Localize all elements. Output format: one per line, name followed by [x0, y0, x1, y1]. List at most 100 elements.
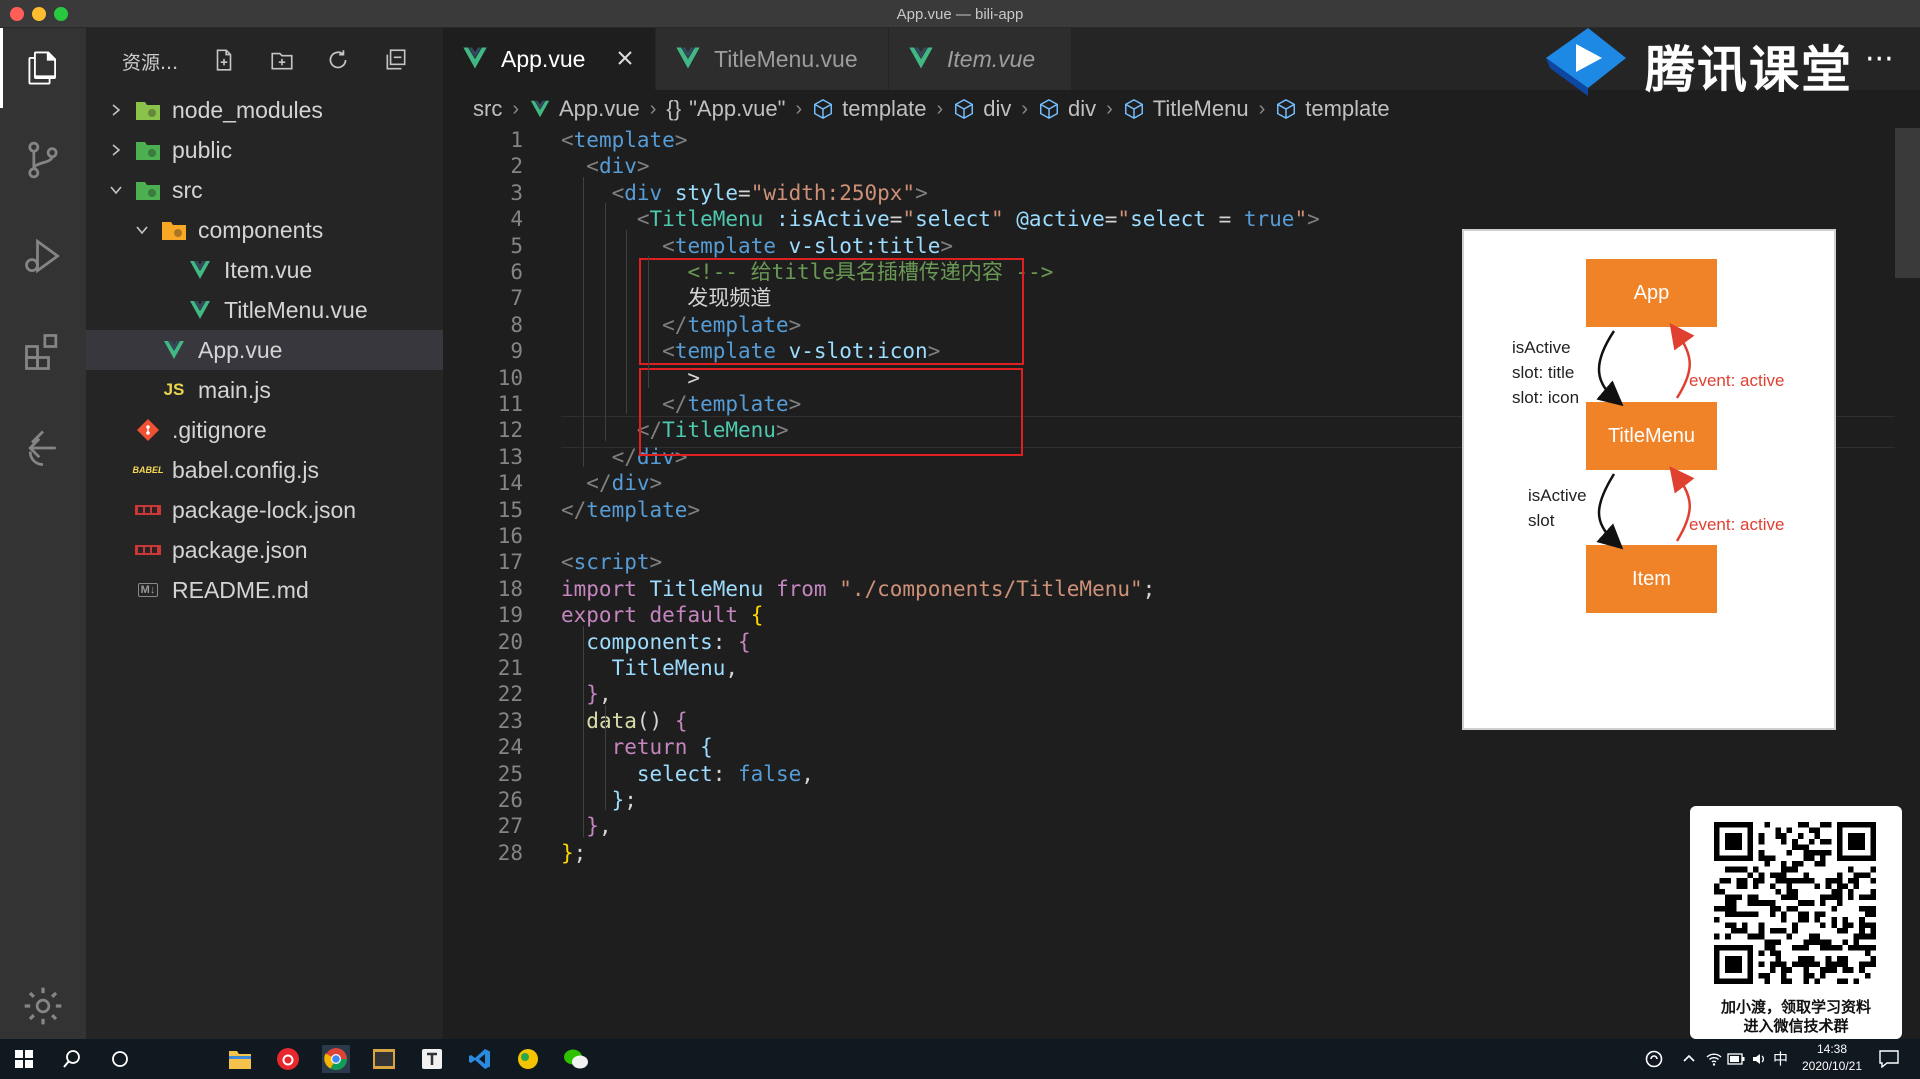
- code-line[interactable]: };: [561, 837, 586, 869]
- extensions-activity[interactable]: [0, 312, 86, 392]
- chevron-right-icon[interactable]: [106, 100, 126, 120]
- code-token: :: [712, 629, 739, 654]
- search-button[interactable]: [58, 1045, 86, 1073]
- taskbar-typora[interactable]: [418, 1045, 446, 1073]
- breadcrumb-item[interactable]: App.vue: [529, 96, 640, 122]
- code-token: ;: [624, 788, 637, 812]
- code-token: div: [624, 180, 663, 205]
- tree-item[interactable]: M↓ README.md: [86, 570, 443, 610]
- taskbar-vscode[interactable]: [466, 1045, 494, 1073]
- taskbar-wechat[interactable]: [562, 1045, 590, 1073]
- code-token: <: [586, 154, 599, 179]
- breadcrumb-label: src: [473, 96, 503, 121]
- tree-item[interactable]: src: [86, 170, 443, 210]
- code-token: "./components/TitleMenu": [839, 576, 1143, 601]
- new-file-icon: [216, 49, 232, 71]
- breadcrumb-item[interactable]: template: [1275, 96, 1390, 122]
- taskbar-terminal[interactable]: [370, 1045, 398, 1073]
- tab-label: Item.vue: [947, 46, 1036, 72]
- refresh-explorer-button[interactable]: [322, 44, 354, 76]
- remote-activity[interactable]: [0, 408, 86, 488]
- breadcrumb-item[interactable]: TitleMenu: [1123, 96, 1249, 122]
- highlight-box-title-slot: [639, 258, 1024, 365]
- tree-item[interactable]: node_modules: [86, 90, 443, 130]
- tree-item[interactable]: components: [86, 210, 443, 250]
- code-token: </: [561, 497, 587, 522]
- breadcrumb-item[interactable]: template: [812, 96, 927, 122]
- code-token: components: [586, 629, 713, 654]
- tree-item[interactable]: public: [86, 130, 443, 170]
- cortana-button[interactable]: [106, 1045, 134, 1073]
- npm-file-icon: [134, 536, 162, 564]
- chevron-down-icon[interactable]: [106, 180, 126, 200]
- tray-volume[interactable]: [1745, 1045, 1773, 1073]
- tree-item[interactable]: JS main.js: [86, 370, 443, 410]
- manage-activity[interactable]: [0, 966, 86, 1046]
- tab-item-vue[interactable]: Item.vue: [889, 28, 1071, 90]
- tray-app-icon[interactable]: [1640, 1045, 1668, 1073]
- tree-item[interactable]: App.vue: [86, 330, 443, 370]
- code-line[interactable]: </template>: [561, 494, 700, 526]
- color-picker-icon: [518, 1049, 538, 1069]
- tray-overflow-button[interactable]: [1675, 1045, 1703, 1073]
- code-token: <: [561, 550, 574, 575]
- breadcrumb-label: div: [1068, 96, 1097, 121]
- refresh-icon: [329, 50, 347, 69]
- scrollbar-thumb[interactable]: [1895, 128, 1920, 278]
- taskbar-clock[interactable]: 14:38 2020/10/21: [1800, 1041, 1864, 1075]
- taskbar-chrome[interactable]: [322, 1045, 350, 1073]
- new-file-button[interactable]: [208, 44, 240, 76]
- tree-item-label: README.md: [172, 576, 309, 603]
- taskbar-color-app[interactable]: [514, 1045, 542, 1073]
- code-token: >: [674, 128, 688, 152]
- windows-taskbar: 中 14:38 2020/10/21: [0, 1039, 1920, 1079]
- indent-guide: [626, 229, 627, 415]
- logo-text: 腾讯课堂: [1645, 41, 1853, 99]
- cube-icon: [1123, 98, 1145, 120]
- start-button[interactable]: [10, 1045, 38, 1073]
- code-token: {: [700, 735, 713, 760]
- explorer-sidebar: 资源... node_modules public src components Ite…: [86, 28, 443, 1039]
- code-token: v-slot:title: [788, 233, 941, 258]
- new-folder-button[interactable]: [266, 44, 298, 76]
- breadcrumb-item[interactable]: div: [1038, 96, 1096, 122]
- tree-item[interactable]: package.json: [86, 530, 443, 570]
- chevron-right-icon[interactable]: [106, 140, 126, 160]
- input-method-indicator[interactable]: 中: [1773, 1048, 1788, 1069]
- tree-item-label: Item.vue: [224, 256, 313, 283]
- search-icon: [63, 1050, 80, 1068]
- taskbar-netease-music[interactable]: [274, 1045, 302, 1073]
- code-token: </: [611, 444, 637, 469]
- diagram-arrows: [1596, 322, 1695, 550]
- notification-icon: [1879, 1050, 1899, 1068]
- taskbar-file-explorer[interactable]: [226, 1045, 254, 1073]
- chevron-down-icon[interactable]: [132, 220, 152, 240]
- tree-item[interactable]: Item.vue: [86, 250, 443, 290]
- vue-file-icon: [160, 336, 188, 364]
- tab-titlemenu-vue[interactable]: TitleMenu.vue: [656, 28, 888, 90]
- explorer-activity[interactable]: [0, 28, 86, 108]
- source-control-activity[interactable]: [0, 120, 86, 200]
- vue-file-icon: [909, 47, 933, 69]
- code-token: div: [611, 471, 650, 496]
- notification-center-button[interactable]: [1875, 1045, 1903, 1073]
- tree-item[interactable]: package-lock.json: [86, 490, 443, 530]
- tree-item[interactable]: BABEL babel.config.js: [86, 450, 443, 490]
- tab-app-vue[interactable]: App.vue: [443, 28, 655, 90]
- code-token: ": [902, 207, 916, 232]
- tree-item[interactable]: TitleMenu.vue: [86, 290, 443, 330]
- close-icon[interactable]: [615, 48, 635, 68]
- tree-item[interactable]: .gitignore: [86, 410, 443, 450]
- collapse-all-button[interactable]: [380, 44, 412, 76]
- window-title: App.vue — bili-app: [896, 6, 1024, 23]
- breadcrumb-item[interactable]: src: [473, 96, 502, 122]
- arrow-props-down-1: [1596, 330, 1624, 407]
- run-debug-activity[interactable]: [0, 216, 86, 296]
- code-token: >: [915, 180, 928, 205]
- breadcrumb-item[interactable]: div: [953, 96, 1011, 122]
- breadcrumb-item[interactable]: {} "App.vue": [666, 96, 785, 122]
